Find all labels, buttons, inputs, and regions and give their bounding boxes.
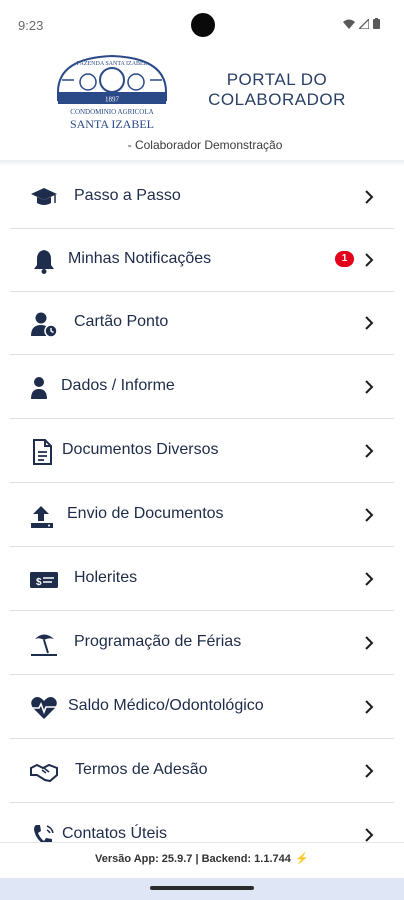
menu-item-dados-informe[interactable]: Dados / Informe bbox=[10, 356, 394, 419]
menu-list: Passo a Passo Minhas Notificações 1 Cart… bbox=[0, 166, 404, 842]
bell-icon bbox=[34, 250, 54, 274]
portal-title: PORTAL DO COLABORADOR bbox=[200, 70, 354, 110]
money-check-icon: $ bbox=[30, 572, 58, 588]
chevron-right-icon bbox=[365, 190, 374, 204]
menu-item-label: Termos de Adesão bbox=[75, 761, 208, 778]
umbrella-beach-icon bbox=[31, 634, 57, 656]
chevron-right-icon bbox=[365, 508, 374, 522]
status-bar: 9:23 bbox=[0, 0, 404, 52]
version-footer: Versão App: 25.9.7 | Backend: 1.1.744 ⚡ bbox=[0, 842, 404, 879]
menu-item-termos-adesao[interactable]: Termos de Adesão bbox=[10, 740, 394, 803]
handshake-icon bbox=[30, 763, 58, 783]
menu-item-label: Envio de Documentos bbox=[67, 505, 224, 522]
svg-text:FAZENDA SANTA IZABEL: FAZENDA SANTA IZABEL bbox=[77, 61, 148, 67]
menu-item-programacao-ferias[interactable]: Programação de Férias bbox=[10, 612, 394, 675]
chevron-right-icon bbox=[365, 444, 374, 458]
menu-item-holerites[interactable]: $ Holerites bbox=[10, 548, 394, 611]
wifi-icon bbox=[343, 19, 355, 29]
chevron-right-icon bbox=[365, 380, 374, 394]
bolt-icon: ⚡ bbox=[295, 853, 310, 865]
phone-icon bbox=[34, 825, 54, 842]
graduation-cap-icon bbox=[31, 188, 57, 205]
user-clock-icon bbox=[31, 312, 58, 338]
menu-item-documentos-diversos[interactable]: Documentos Diversos bbox=[10, 420, 394, 483]
status-time: 9:23 bbox=[18, 18, 44, 33]
menu-item-label: Minhas Notificações bbox=[68, 250, 212, 267]
company-logo: FAZENDA SANTA IZABEL 1897 CONDOMINIO AGR… bbox=[57, 54, 167, 131]
camera-cutout bbox=[191, 13, 215, 37]
menu-item-cartao-ponto[interactable]: Cartão Ponto bbox=[10, 292, 394, 355]
system-navigation-bar bbox=[0, 878, 404, 900]
home-gesture-bar[interactable] bbox=[150, 886, 254, 890]
chevron-right-icon bbox=[365, 700, 374, 714]
colaborador-name: - Colaborador Demonstração bbox=[127, 138, 283, 152]
upload-icon bbox=[31, 506, 53, 528]
portal-title-line1: PORTAL DO bbox=[226, 70, 328, 89]
version-text: Versão App: 25.9.7 | Backend: 1.1.744 bbox=[94, 853, 291, 865]
menu-item-notificacoes[interactable]: Minhas Notificações 1 bbox=[10, 229, 394, 292]
document-icon bbox=[33, 439, 52, 465]
menu-item-label: Dados / Informe bbox=[61, 377, 175, 394]
menu-item-label: Documentos Diversos bbox=[62, 441, 219, 458]
menu-item-label: Programação de Férias bbox=[74, 633, 242, 650]
svg-text:1897: 1897 bbox=[105, 96, 120, 104]
svg-text:$: $ bbox=[36, 577, 42, 588]
status-icons bbox=[343, 18, 380, 29]
menu-item-label: Cartão Ponto bbox=[74, 313, 169, 330]
menu-item-label: Saldo Médico/Odontológico bbox=[68, 697, 264, 714]
menu-item-passo-a-passo[interactable]: Passo a Passo bbox=[10, 166, 394, 229]
battery-icon bbox=[373, 18, 380, 29]
svg-text:SANTA IZABEL: SANTA IZABEL bbox=[70, 117, 154, 131]
chevron-right-icon bbox=[365, 316, 374, 330]
menu-item-label: Contatos Úteis bbox=[62, 825, 167, 842]
user-icon bbox=[31, 377, 47, 399]
menu-item-contatos-uteis[interactable]: Contatos Úteis bbox=[10, 804, 394, 842]
menu-item-label: Holerites bbox=[74, 569, 138, 586]
chevron-right-icon bbox=[365, 764, 374, 778]
app-header: FAZENDA SANTA IZABEL 1897 CONDOMINIO AGR… bbox=[0, 52, 404, 160]
svg-text:CONDOMINIO AGRICOLA: CONDOMINIO AGRICOLA bbox=[70, 108, 153, 116]
menu-item-envio-documentos[interactable]: Envio de Documentos bbox=[10, 484, 394, 547]
chevron-right-icon bbox=[365, 572, 374, 586]
portal-title-line2: COLABORADOR bbox=[208, 90, 346, 109]
menu-item-label: Passo a Passo bbox=[74, 187, 181, 204]
chevron-right-icon bbox=[365, 636, 374, 650]
heart-pulse-icon bbox=[31, 697, 57, 719]
chevron-right-icon bbox=[365, 253, 374, 267]
chevron-right-icon bbox=[365, 828, 374, 842]
notification-badge: 1 bbox=[335, 251, 354, 267]
signal-icon bbox=[359, 18, 369, 29]
menu-item-saldo-medico[interactable]: Saldo Médico/Odontológico bbox=[10, 676, 394, 739]
